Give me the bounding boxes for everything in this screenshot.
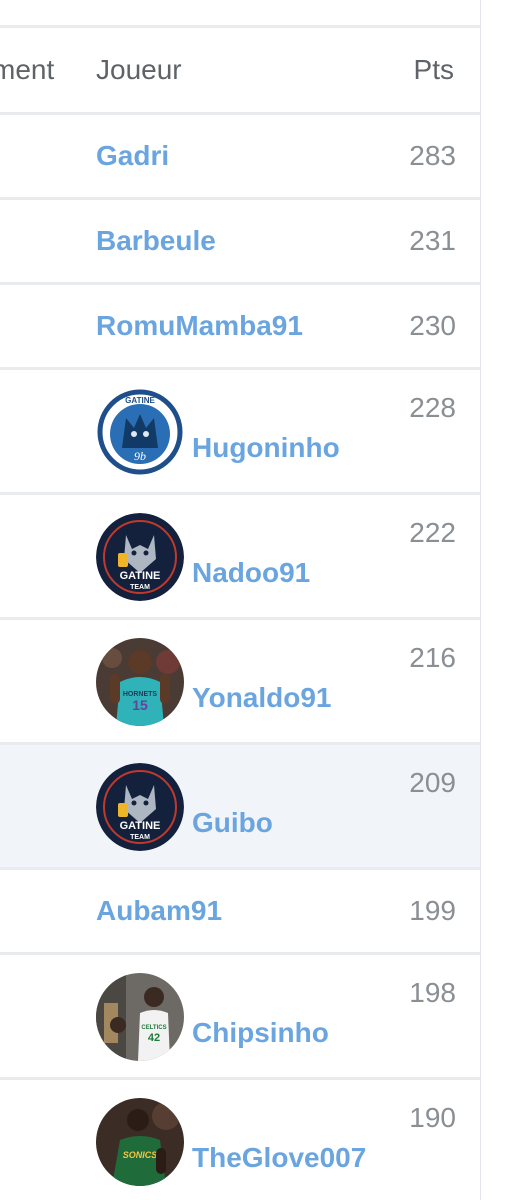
hornets-player-photo-icon: HORNETS 15 bbox=[96, 638, 184, 726]
player-link[interactable]: Hugoninho bbox=[192, 428, 340, 468]
player-link[interactable]: TheGlove007 bbox=[192, 1138, 366, 1178]
svg-text:42: 42 bbox=[148, 1032, 160, 1044]
table-row: HORNETS 15 Yonaldo91 216 bbox=[0, 617, 480, 742]
avatar[interactable]: GATINE TEAM bbox=[96, 513, 184, 601]
avatar[interactable]: HORNETS 15 bbox=[96, 638, 184, 726]
player-link[interactable]: RomuMamba91 bbox=[96, 285, 303, 367]
table-row-current-user: GATINE TEAM Guibo 209 bbox=[0, 742, 480, 867]
celtics-player-photo-icon: CELTICS 42 bbox=[96, 973, 184, 1061]
player-points: 230 bbox=[409, 310, 456, 341]
svg-text:GATINE: GATINE bbox=[120, 820, 161, 832]
column-header-points[interactable]: Pts bbox=[414, 28, 454, 112]
player-link[interactable]: Nadoo91 bbox=[192, 553, 310, 593]
svg-text:CELTICS: CELTICS bbox=[141, 1025, 166, 1031]
column-header-rank[interactable]: ment bbox=[0, 28, 54, 112]
svg-text:GATINE: GATINE bbox=[120, 570, 161, 582]
ranking-table: ment Joueur Pts Gadri 283 Barbeule 231 R… bbox=[0, 25, 480, 1200]
player-points: 222 bbox=[409, 517, 456, 548]
player-link[interactable]: Gadri bbox=[96, 115, 169, 197]
player-points: 216 bbox=[409, 642, 456, 673]
table-row: Gadri 283 bbox=[0, 112, 480, 197]
svg-text:GATINE: GATINE bbox=[125, 396, 155, 405]
player-link[interactable]: Chipsinho bbox=[192, 1013, 329, 1053]
avatar[interactable]: 9b GATINE bbox=[96, 388, 184, 476]
gatine-team-logo-icon: GATINE TEAM bbox=[96, 763, 184, 851]
player-points: 190 bbox=[409, 1102, 456, 1133]
ranking-panel: ment Joueur Pts Gadri 283 Barbeule 231 R… bbox=[0, 0, 481, 1200]
svg-text:SONICS: SONICS bbox=[123, 1150, 158, 1160]
player-link[interactable]: Guibo bbox=[192, 803, 273, 843]
player-points: 198 bbox=[409, 977, 456, 1008]
table-row: CELTICS 42 Chipsinho 198 bbox=[0, 952, 480, 1077]
player-points: 209 bbox=[409, 767, 456, 798]
player-link[interactable]: Yonaldo91 bbox=[192, 678, 332, 718]
player-points: 199 bbox=[409, 895, 456, 926]
player-points: 283 bbox=[409, 140, 456, 171]
table-header: ment Joueur Pts bbox=[0, 25, 480, 112]
sonics-player-photo-icon: SONICS bbox=[96, 1098, 184, 1186]
table-row: 9b GATINE Hugoninho 228 bbox=[0, 367, 480, 492]
avatar[interactable]: SONICS bbox=[96, 1098, 184, 1186]
player-link[interactable]: Barbeule bbox=[96, 200, 216, 282]
wolf-logo-icon: 9b GATINE bbox=[96, 388, 184, 476]
avatar[interactable]: CELTICS 42 bbox=[96, 973, 184, 1061]
gatine-team-logo-icon: GATINE TEAM bbox=[96, 513, 184, 601]
player-points: 228 bbox=[409, 392, 456, 423]
table-row: Barbeule 231 bbox=[0, 197, 480, 282]
avatar[interactable]: GATINE TEAM bbox=[96, 763, 184, 851]
table-row: SONICS TheGlove007 190 bbox=[0, 1077, 480, 1200]
svg-text:TEAM: TEAM bbox=[130, 584, 150, 591]
svg-text:TEAM: TEAM bbox=[130, 834, 150, 841]
table-row: Aubam91 199 bbox=[0, 867, 480, 952]
player-link[interactable]: Aubam91 bbox=[96, 870, 222, 952]
svg-text:15: 15 bbox=[132, 697, 148, 713]
svg-text:9b: 9b bbox=[134, 449, 146, 463]
table-row: GATINE TEAM Nadoo91 222 bbox=[0, 492, 480, 617]
player-points: 231 bbox=[409, 225, 456, 256]
column-header-player[interactable]: Joueur bbox=[96, 28, 182, 112]
table-row: RomuMamba91 230 bbox=[0, 282, 480, 367]
